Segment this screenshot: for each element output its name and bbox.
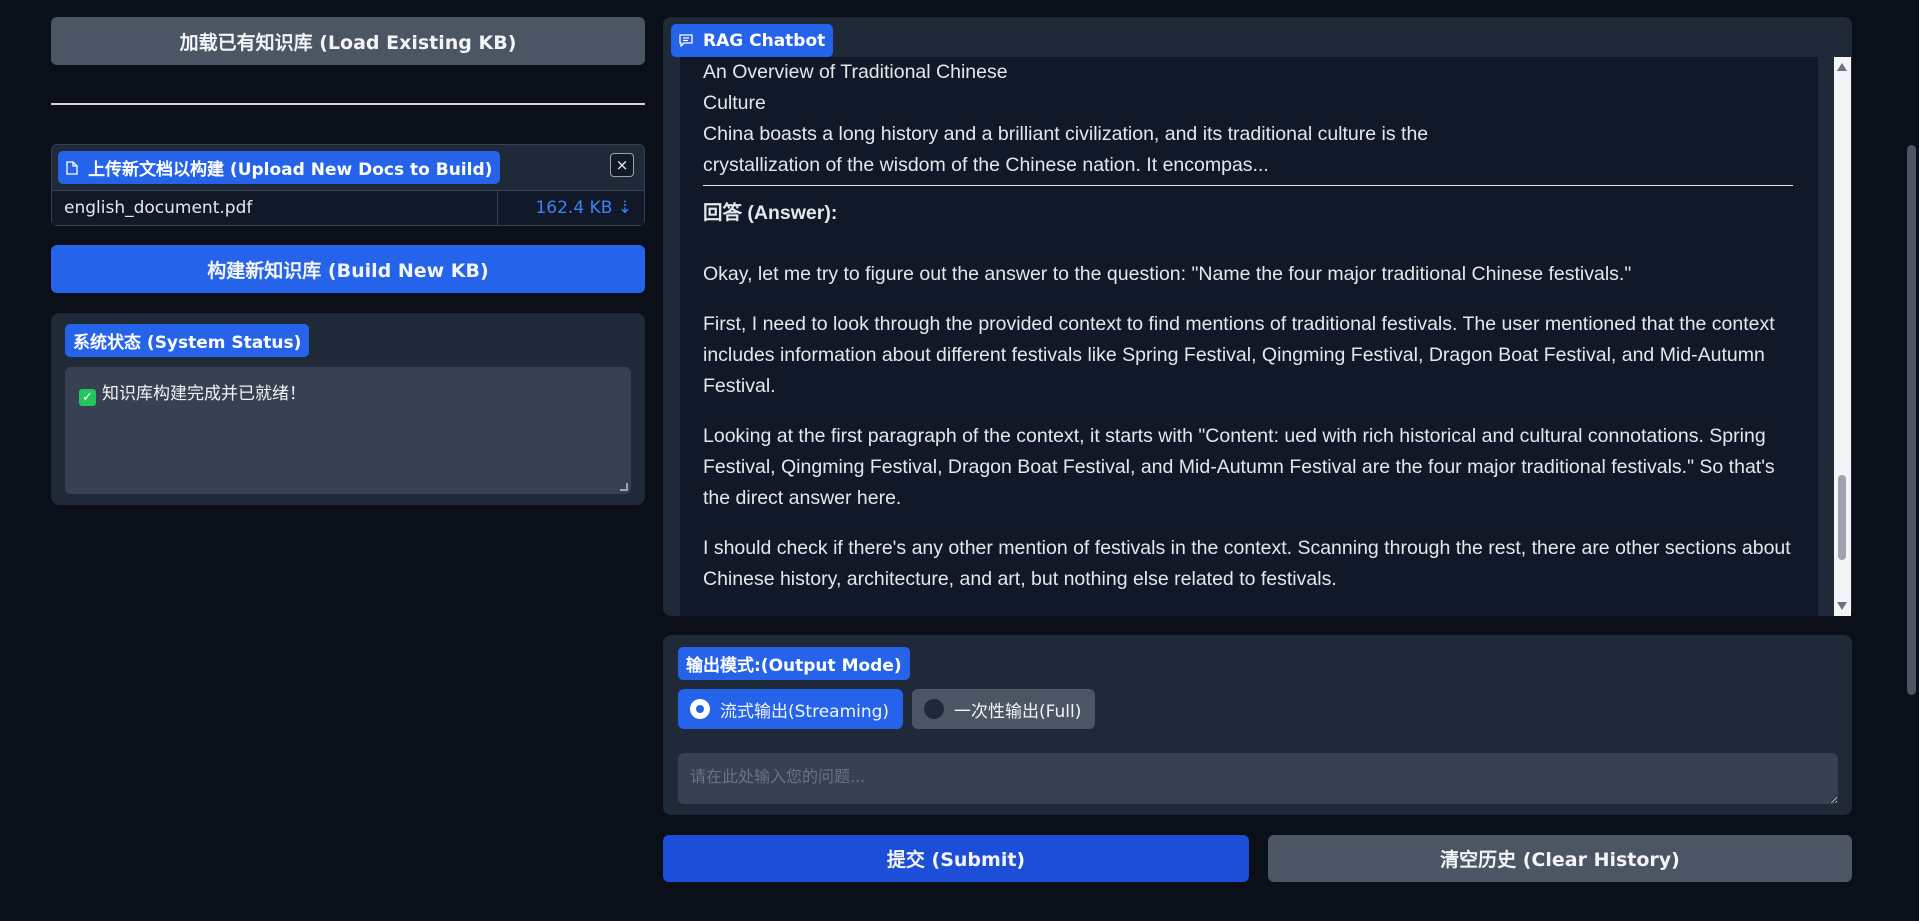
- resize-handle[interactable]: [620, 483, 628, 491]
- load-existing-kb-label: 加载已有知识库 (Load Existing KB): [179, 31, 517, 54]
- radio-streaming-label: 流式输出(Streaming): [720, 701, 890, 722]
- radio-full-label: 一次性输出(Full): [954, 701, 1082, 722]
- output-mode-label: 输出模式:(Output Mode): [678, 647, 910, 680]
- context-line: An Overview of Traditional Chinese: [703, 61, 1008, 83]
- radio-selected-icon: [690, 699, 710, 719]
- context-excerpt: An Overview of Traditional Chinese Cultu…: [703, 57, 1793, 181]
- chat-icon: [679, 34, 693, 47]
- build-new-kb-label: 构建新知识库 (Build New KB): [207, 259, 489, 282]
- submit-label: 提交 (Submit): [886, 849, 1026, 871]
- check-icon: ✓: [79, 389, 96, 406]
- upload-label: 上传新文档以构建 (Upload New Docs to Build): [88, 160, 493, 180]
- file-icon: [66, 160, 78, 175]
- radio-unselected-icon: [924, 699, 944, 719]
- page-scrollbar-thumb[interactable]: [1907, 145, 1916, 695]
- upload-label-chip: 上传新文档以构建 (Upload New Docs to Build): [58, 151, 501, 184]
- question-input[interactable]: [678, 753, 1838, 804]
- chat-scrollbar[interactable]: [1834, 57, 1851, 616]
- file-name: english_document.pdf: [64, 198, 253, 218]
- status-text: 知识库构建完成并已就绪！: [102, 384, 306, 404]
- answer-heading: 回答 (Answer):: [703, 202, 838, 224]
- answer-paragraph: First, I need to look through the provid…: [703, 313, 1775, 397]
- system-status-label: 系统状态 (System Status): [65, 324, 310, 357]
- horizontal-rule: [703, 185, 1793, 186]
- build-new-kb-button[interactable]: 构建新知识库 (Build New KB): [51, 245, 645, 293]
- close-icon[interactable]: ×: [610, 153, 634, 177]
- system-status-label-text: 系统状态 (System Status): [73, 333, 302, 353]
- page-scrollbar[interactable]: [1904, 0, 1919, 921]
- file-size-download-link[interactable]: 162.4 KB ⇣: [535, 198, 632, 218]
- clear-history-button[interactable]: 清空历史 (Clear History): [1268, 835, 1852, 882]
- radio-streaming[interactable]: 流式输出(Streaming): [678, 689, 903, 729]
- answer-paragraph: I should check if there's any other ment…: [703, 537, 1791, 590]
- submit-button[interactable]: 提交 (Submit): [663, 835, 1249, 882]
- divider: [51, 103, 645, 105]
- chat-message-area[interactable]: An Overview of Traditional Chinese Cultu…: [680, 57, 1818, 616]
- output-mode-label-text: 输出模式:(Output Mode): [686, 656, 902, 676]
- file-row-separator: [497, 191, 498, 226]
- radio-full[interactable]: 一次性输出(Full): [912, 689, 1095, 729]
- answer-paragraph: Okay, let me try to figure out the answe…: [703, 263, 1632, 285]
- system-status-textarea[interactable]: ✓ 知识库构建完成并已就绪！: [65, 367, 631, 494]
- bot-message: An Overview of Traditional Chinese Cultu…: [703, 57, 1793, 614]
- chatbot-label: RAG Chatbot: [671, 24, 834, 57]
- chat-scrollbar-thumb[interactable]: [1838, 475, 1846, 560]
- context-line: Culture: [703, 92, 766, 114]
- load-existing-kb-button[interactable]: 加载已有知识库 (Load Existing KB): [51, 17, 645, 65]
- uploaded-file-row[interactable]: english_document.pdf 162.4 KB ⇣: [52, 190, 644, 226]
- chatbot-label-text: RAG Chatbot: [703, 30, 826, 51]
- answer-paragraph: Looking at the first paragraph of the co…: [703, 425, 1775, 509]
- context-line: China boasts a long history and a brilli…: [703, 123, 1429, 145]
- scroll-down-icon[interactable]: [1837, 602, 1847, 610]
- clear-history-label: 清空历史 (Clear History): [1440, 849, 1680, 871]
- scroll-up-icon[interactable]: [1837, 63, 1847, 71]
- context-line: crystallization of the wisdom of the Chi…: [703, 154, 1269, 176]
